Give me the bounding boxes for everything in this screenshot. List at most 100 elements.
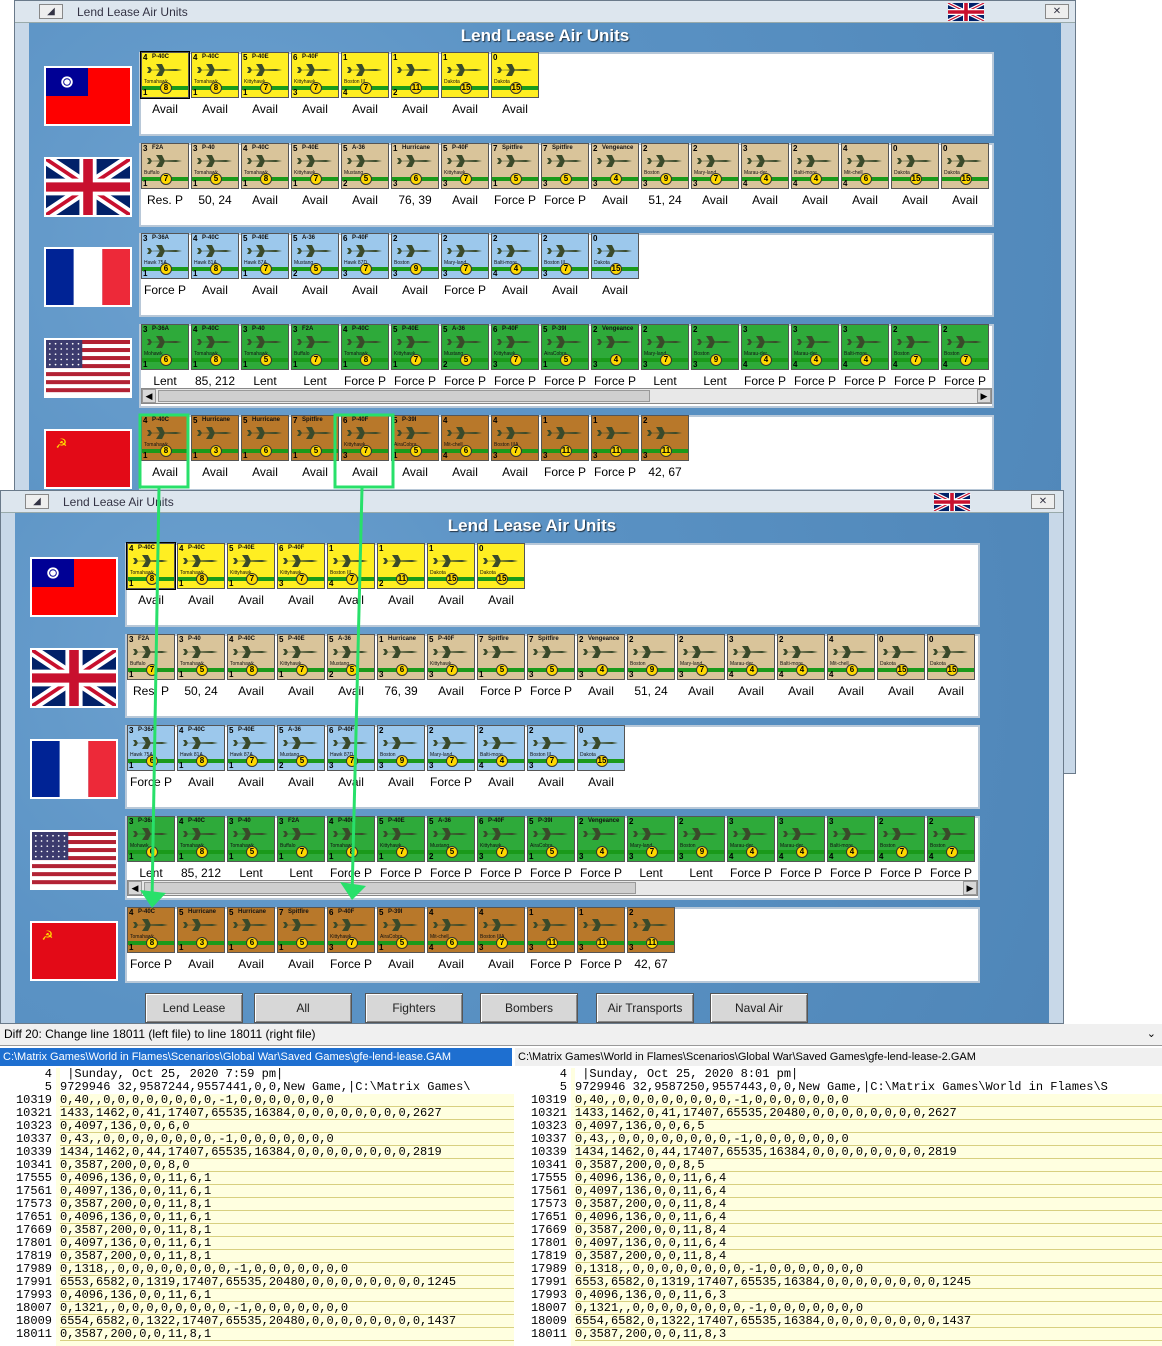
france-unit-counter[interactable]: 2 Mary-land 7 3 (441, 233, 489, 279)
close-button[interactable]: ✕ (1045, 4, 1069, 19)
uk-unit-counter[interactable]: 5 P-40E Kittyhawk 7 1 (277, 634, 325, 680)
china-unit-counter[interactable]: 1 11 2 (377, 543, 425, 589)
usa-unit-counter[interactable]: 2 Mary-land 7 3 (641, 324, 689, 370)
scroll-left-arrow-icon[interactable]: ◀ (142, 389, 156, 403)
usa-unit-counter[interactable]: 2 Boston 7 4 (891, 324, 939, 370)
scroll-thumb[interactable] (158, 390, 650, 402)
uk-unit-counter[interactable]: 1 Hurricane 6 3 (391, 143, 439, 189)
scroll-left-arrow-icon[interactable]: ◀ (128, 881, 142, 895)
usa-unit-counter[interactable]: 3 Marau-der 4 4 (741, 324, 789, 370)
window-menu-button[interactable]: ◢ (25, 494, 49, 509)
filter-button-fighters[interactable]: Fighters (365, 993, 463, 1023)
ussr-unit-counter[interactable]: 5 Hurricane 6 1 (241, 415, 289, 461)
ussr-unit-counter[interactable]: 4 Boston IIIA 7 3 (491, 415, 539, 461)
usa-row-scrollbar[interactable]: ◀ ▶ (127, 880, 978, 896)
uk-unit-counter[interactable]: 7 Spitfire 5 1 (491, 143, 539, 189)
france-unit-counter[interactable]: 4 P-40C Hawk 81A 8 1 (191, 233, 239, 279)
usa-unit-counter[interactable]: 5 A-36 Mustang 5 2 (427, 816, 475, 862)
usa-unit-counter[interactable]: 6 P-40F Kittyhawk 7 3 (477, 816, 525, 862)
usa-unit-counter[interactable]: 3 Marau-der 4 4 (791, 324, 839, 370)
china-unit-counter[interactable]: 1 Dakota 15 (441, 52, 489, 98)
france-unit-counter[interactable]: 2 Mary-land 7 3 (427, 725, 475, 771)
filter-button-naval-air[interactable]: Naval Air (710, 993, 808, 1023)
france-unit-counter[interactable]: 0 Dakota 15 (591, 233, 639, 279)
usa-unit-counter[interactable]: 5 P-40E Kittyhawk 7 1 (377, 816, 425, 862)
usa-unit-counter[interactable]: 3 P-40 Tomahawk 5 1 (241, 324, 289, 370)
france-unit-counter[interactable]: 5 A-36 Mustang 5 2 (277, 725, 325, 771)
usa-unit-counter[interactable]: 2 Boston 7 4 (941, 324, 989, 370)
china-unit-counter[interactable]: 6 P-40F Kittyhawk 7 3 (291, 52, 339, 98)
uk-unit-counter[interactable]: 3 Marau-der 4 4 (727, 634, 775, 680)
usa-unit-counter[interactable]: 5 A-36 Mustang 5 2 (441, 324, 489, 370)
uk-unit-counter[interactable]: 0 Dakota 15 (877, 634, 925, 680)
china-unit-counter[interactable]: 4 P-40C Tomahawk 8 1 (140, 51, 190, 99)
uk-unit-counter[interactable]: 2 Mary-land 7 3 (677, 634, 725, 680)
france-unit-counter[interactable]: 2 Balti-more 4 4 (477, 725, 525, 771)
usa-unit-counter[interactable]: 3 Balti-more 4 4 (841, 324, 889, 370)
uk-unit-counter[interactable]: 5 A-36 Mustang 5 2 (341, 143, 389, 189)
france-unit-counter[interactable]: 2 Boston 9 3 (377, 725, 425, 771)
usa-unit-counter[interactable]: 2 Boston 9 3 (677, 816, 725, 862)
usa-unit-counter[interactable]: 5 P-40E Kittyhawk 7 1 (391, 324, 439, 370)
diff-dropdown-chevron-icon[interactable]: ⌄ (1147, 1024, 1156, 1044)
ussr-unit-counter[interactable]: 1 11 3 (577, 907, 625, 953)
ussr-unit-counter[interactable]: 4 P-40C Tomahawk 8 1 (141, 415, 189, 461)
ussr-unit-counter[interactable]: 1 11 3 (591, 415, 639, 461)
usa-unit-counter[interactable]: 2 Boston 7 4 (877, 816, 925, 862)
usa-row-scrollbar[interactable]: ◀ ▶ (141, 388, 992, 404)
uk-unit-counter[interactable]: 3 P-40 Tomahawk 5 1 (177, 634, 225, 680)
right-diff-pane[interactable]: 4 5 10319 10321 10323 10337 10339 10341 17555 175… (515, 1068, 1162, 1346)
uk-unit-counter[interactable]: 2 Mary-land 7 3 (691, 143, 739, 189)
ussr-unit-counter[interactable]: 7 Spitfire 5 1 (291, 415, 339, 461)
usa-unit-counter[interactable]: 6 P-40F Kittyhawk 7 3 (491, 324, 539, 370)
france-unit-counter[interactable]: 5 P-40E Hawk 87A 7 1 (241, 233, 289, 279)
usa-unit-counter[interactable]: 3 F2A Buffalo 7 1 (277, 816, 325, 862)
france-unit-counter[interactable]: 6 P-40F Hawk 87D 7 3 (341, 233, 389, 279)
usa-unit-counter[interactable]: 3 F2A Buffalo 7 1 (291, 324, 339, 370)
uk-unit-counter[interactable]: 4 P-40C Tomahawk 8 1 (241, 143, 289, 189)
uk-unit-counter[interactable]: 7 Spitfire 5 3 (527, 634, 575, 680)
uk-unit-counter[interactable]: 5 A-36 Mustang 5 2 (327, 634, 375, 680)
uk-unit-counter[interactable]: 3 P-40 Tomahawk 5 1 (191, 143, 239, 189)
diff-line[interactable]: 0,3587,200,0,0,11,8,1 (60, 1328, 514, 1341)
uk-unit-counter[interactable]: 5 P-40F Kittyhawk 7 3 (427, 634, 475, 680)
uk-unit-counter[interactable]: 4 Mit-chell 6 4 (841, 143, 889, 189)
uk-unit-counter[interactable]: 3 Marau-der 4 4 (741, 143, 789, 189)
china-unit-counter[interactable]: 0 Dakota 15 (477, 543, 525, 589)
usa-unit-counter[interactable]: 2 Boston 7 4 (927, 816, 975, 862)
usa-unit-counter[interactable]: 5 P-39I AiraCobra 5 1 (541, 324, 589, 370)
usa-unit-counter[interactable]: 3 P-36A Mohawk 6 1 (127, 816, 175, 862)
left-diff-pane[interactable]: 4 5 10319 10321 10323 10337 10339 10341 17555 175… (0, 1068, 514, 1346)
ussr-unit-counter[interactable]: 1 11 3 (527, 907, 575, 953)
ussr-unit-counter[interactable]: 4 Mit-chell 6 4 (441, 415, 489, 461)
filter-button-bombers[interactable]: Bombers (480, 993, 578, 1023)
usa-unit-counter[interactable]: 3 Balti-more 4 4 (827, 816, 875, 862)
filter-button-lend-lease-group[interactable]: Lend Lease Group (145, 993, 243, 1043)
uk-unit-counter[interactable]: 5 P-40F Kittyhawk 7 3 (441, 143, 489, 189)
ussr-unit-counter[interactable]: 5 Hurricane 6 1 (227, 907, 275, 953)
scroll-right-arrow-icon[interactable]: ▶ (977, 389, 991, 403)
china-unit-counter[interactable]: 1 11 2 (391, 52, 439, 98)
uk-unit-counter[interactable]: 3 F2A Buffalo 7 1 (141, 143, 189, 189)
ussr-unit-counter[interactable]: 4 Boston IIIA 7 3 (477, 907, 525, 953)
france-unit-counter[interactable]: 5 P-40E Hawk 87A 7 1 (227, 725, 275, 771)
ussr-unit-counter[interactable]: 5 Hurricane 3 1 (191, 415, 239, 461)
window-menu-button[interactable]: ◢ (39, 4, 63, 19)
uk-unit-counter[interactable]: 2 Balti-more 4 4 (791, 143, 839, 189)
france-unit-counter[interactable]: 0 Dakota 15 (577, 725, 625, 771)
china-unit-counter[interactable]: 5 P-40E Kittyhawk 7 1 (241, 52, 289, 98)
uk-unit-counter[interactable]: 3 F2A Buffalo 7 1 (127, 634, 175, 680)
uk-unit-counter[interactable]: 2 Balti-more 4 4 (777, 634, 825, 680)
filter-button-air-transports[interactable]: Air Transports (596, 993, 694, 1023)
usa-unit-counter[interactable]: 4 P-40C Tomahawk 8 1 (341, 324, 389, 370)
ussr-unit-counter[interactable]: 4 P-40C Tomahawk 8 1 (127, 907, 175, 953)
ussr-unit-counter[interactable]: 6 P-40F Kittyhawk 7 3 (327, 907, 375, 953)
ussr-unit-counter[interactable]: 1 11 3 (541, 415, 589, 461)
uk-unit-counter[interactable]: 2 Boston 9 3 (627, 634, 675, 680)
uk-unit-counter[interactable]: 4 P-40C Tomahawk 8 1 (227, 634, 275, 680)
france-unit-counter[interactable]: 2 Boston III 7 3 (527, 725, 575, 771)
uk-unit-counter[interactable]: 7 Spitfire 5 3 (541, 143, 589, 189)
ussr-unit-counter[interactable]: 5 Hurricane 3 1 (177, 907, 225, 953)
ussr-unit-counter[interactable]: 2 11 3 (641, 415, 689, 461)
france-unit-counter[interactable]: 2 Boston 9 3 (391, 233, 439, 279)
